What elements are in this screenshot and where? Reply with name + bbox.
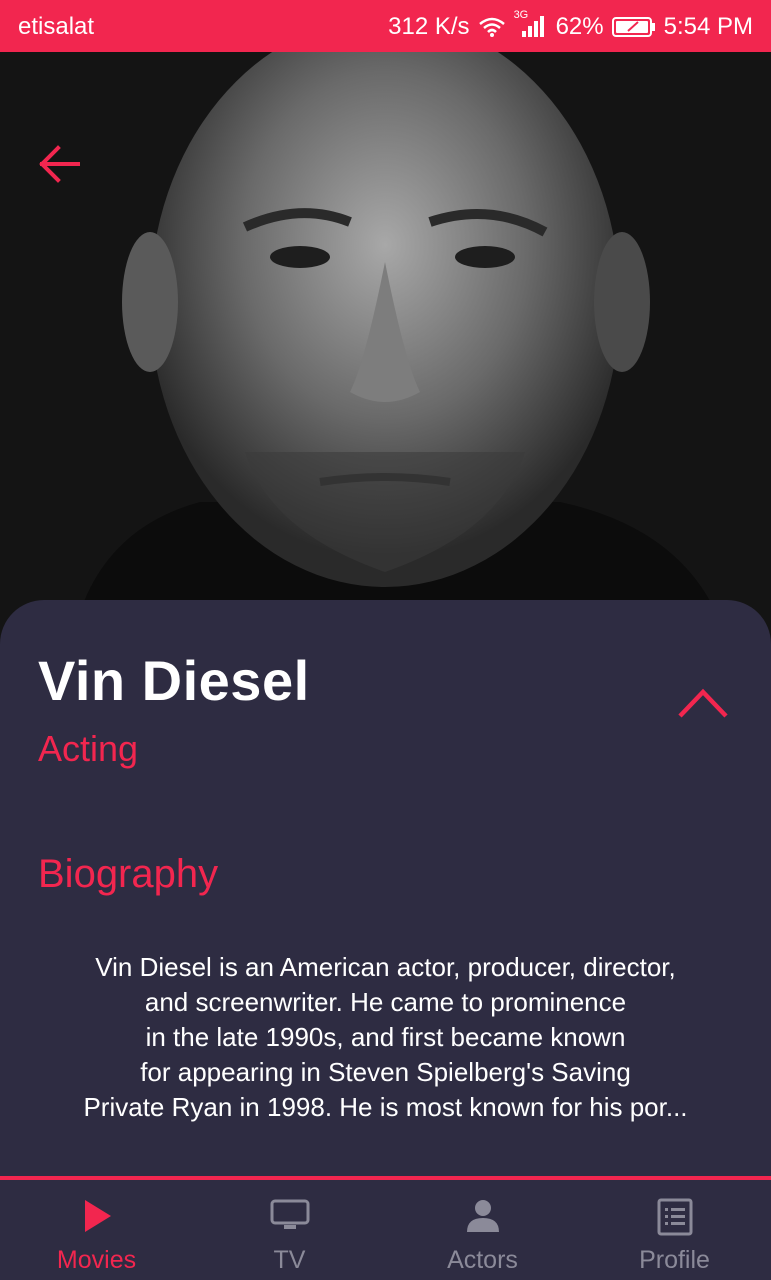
collapse-button[interactable]	[676, 680, 730, 724]
biography-text: Vin Diesel is an American actor, produce…	[30, 950, 741, 1125]
tv-icon	[270, 1199, 309, 1229]
play-icon	[84, 1200, 111, 1232]
biography-line: for appearing in Steven Spielberg's Savi…	[140, 1057, 631, 1087]
battery-icon	[611, 17, 655, 37]
chevron-up-icon	[678, 688, 728, 718]
person-icon	[466, 1200, 499, 1232]
actor-department: Acting	[38, 728, 139, 769]
biography-heading: Biography	[38, 852, 219, 896]
nav-item-tv[interactable]: TV	[193, 1180, 386, 1280]
nav-label: TV	[273, 1246, 306, 1274]
carrier-name: etisalat	[18, 13, 95, 40]
details-sheet: Vin Diesel Acting Biography Vin Diesel i…	[0, 600, 771, 1180]
status-indicators: 312 K/s 3G 62% 5:54 PM	[388, 9, 753, 41]
biography-line: in the late 1990s, and first became know…	[145, 1022, 626, 1052]
bottom-navigation: Movies TV Actors Profile	[0, 1176, 771, 1280]
wifi-icon	[478, 17, 505, 37]
back-button[interactable]	[36, 142, 86, 186]
nav-item-movies[interactable]: Movies	[0, 1180, 193, 1280]
network-speed: 312 K/s	[388, 13, 470, 40]
status-bar: etisalat 312 K/s 3G 62% 5:54 PM	[0, 0, 771, 52]
actor-portrait	[0, 52, 771, 652]
signal-indicator: 3G	[514, 9, 548, 39]
arrow-left-icon	[39, 145, 80, 183]
biography-line: Private Ryan in 1998. He is most known f…	[83, 1092, 688, 1122]
nav-label: Profile	[639, 1246, 710, 1274]
nav-item-actors[interactable]: Actors	[386, 1180, 579, 1280]
nav-label: Actors	[447, 1246, 518, 1274]
battery-percent: 62%	[555, 13, 604, 40]
nav-label: Movies	[56, 1246, 137, 1274]
actor-photo	[0, 52, 771, 652]
signal-icon	[521, 16, 544, 37]
biography-line: and screenwriter. He came to prominence	[144, 987, 627, 1017]
biography-line: Vin Diesel is an American actor, produce…	[95, 952, 676, 982]
nav-item-profile[interactable]: Profile	[578, 1180, 771, 1280]
clock: 5:54 PM	[663, 13, 753, 40]
list-icon	[657, 1198, 692, 1236]
actor-name: Vin Diesel	[38, 649, 310, 712]
